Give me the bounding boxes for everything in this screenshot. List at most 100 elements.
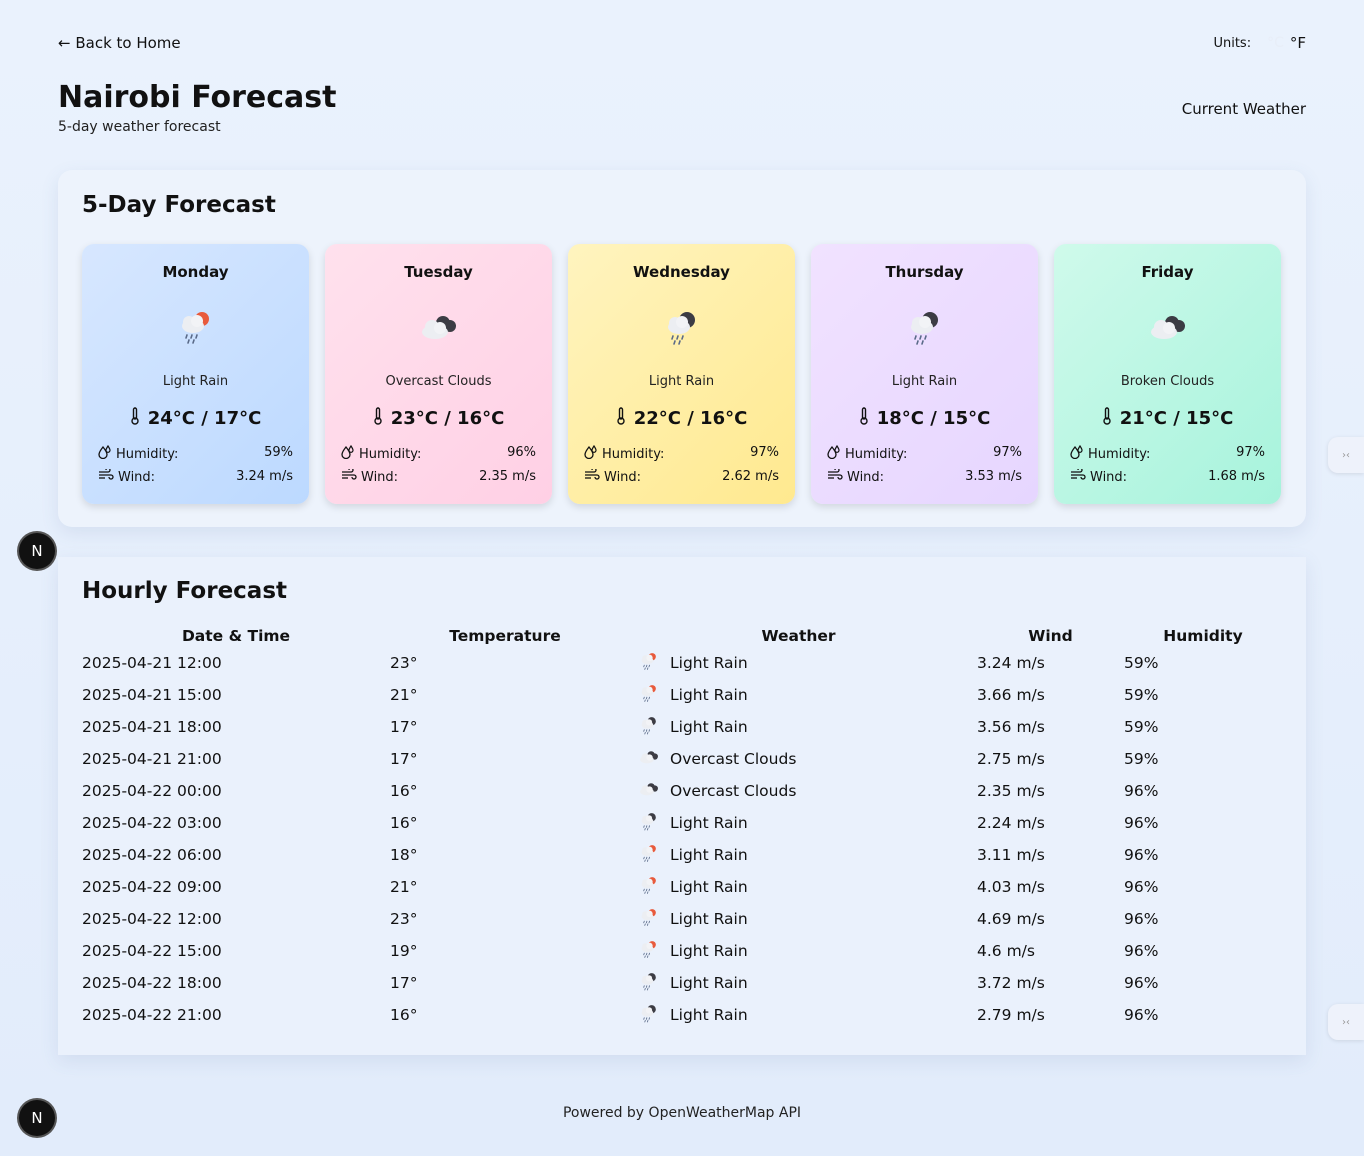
forecast-temperature: 23°C / 16°C bbox=[325, 407, 552, 430]
row-wind: 4.6 m/s bbox=[977, 942, 1035, 960]
row-humidity: 59% bbox=[1124, 750, 1159, 768]
forecast-temp-range: 21°C / 15°C bbox=[1119, 408, 1234, 429]
row-humidity: 59% bbox=[1124, 718, 1159, 736]
forecast-cards: Monday Light Rain 24°C / 17°C Humidity: 59% W… bbox=[82, 244, 1281, 504]
row-wind: 3.24 m/s bbox=[977, 654, 1045, 672]
forecast-temp-range: 23°C / 16°C bbox=[390, 408, 505, 429]
top-bar: ← Back to Home Units: °C °F bbox=[58, 34, 1306, 56]
unit-fahrenheit-option[interactable]: °F bbox=[1290, 34, 1306, 52]
row-wind: 3.56 m/s bbox=[977, 718, 1045, 736]
forecast-card-tuesday[interactable]: Tuesday Overcast Clouds 23°C / 16°C Humidit… bbox=[325, 244, 552, 504]
row-weather-content: Light Rain bbox=[638, 843, 977, 867]
row-wind: 2.75 m/s bbox=[977, 750, 1045, 768]
forecast-condition: Light Rain bbox=[162, 374, 229, 389]
table-row: 2025-04-22 03:00 16° Light Rain 2.24 m/s 96… bbox=[82, 807, 1282, 839]
forecast-humidity-row: Humidity: 96% bbox=[341, 444, 536, 463]
nextjs-dev-badge[interactable]: N bbox=[19, 533, 55, 569]
table-row: 2025-04-21 15:00 21° Light Rain 3.66 m/s 59… bbox=[82, 679, 1282, 711]
forecast-humidity-row: Humidity: 97% bbox=[827, 444, 1022, 463]
row-weather-content: Light Rain bbox=[638, 811, 977, 835]
forecast-card-friday[interactable]: Friday Broken Clouds 21°C / 15°C Humidity: 9… bbox=[1054, 244, 1281, 504]
row-weather-label: Overcast Clouds bbox=[670, 750, 797, 768]
units-toggle: Units: °C °F bbox=[1213, 34, 1306, 52]
row-temperature: 17° bbox=[390, 750, 418, 768]
row-humidity: 59% bbox=[1124, 686, 1159, 704]
row-humidity: 96% bbox=[1124, 846, 1159, 864]
forecast-card-thursday[interactable]: Thursday Light Rain 18°C / 15°C Humidity: 97… bbox=[811, 244, 1038, 504]
row-humidity: 96% bbox=[1124, 942, 1159, 960]
wind-icon bbox=[1070, 467, 1086, 485]
row-humidity: 59% bbox=[1124, 654, 1159, 672]
row-datetime: 2025-04-22 06:00 bbox=[82, 846, 222, 864]
forecast-day-name: Friday bbox=[1141, 263, 1194, 281]
wind-label: Wind: bbox=[1090, 469, 1128, 485]
row-weather: Overcast Clouds bbox=[620, 775, 977, 807]
thermometer-icon bbox=[1102, 407, 1112, 430]
humidity-value: 97% bbox=[993, 445, 1022, 460]
current-weather-link[interactable]: Current Weather bbox=[1182, 100, 1306, 118]
side-extension-tab[interactable]: ›‹ bbox=[1328, 437, 1364, 473]
row-wind: 2.24 m/s bbox=[977, 814, 1045, 832]
row-temperature: 21° bbox=[390, 686, 418, 704]
forecast-temperature: 21°C / 15°C bbox=[1054, 407, 1281, 430]
row-weather: Light Rain bbox=[620, 711, 977, 743]
row-weather-content: Light Rain bbox=[638, 971, 977, 995]
table-row: 2025-04-21 18:00 17° Light Rain 3.56 m/s 59… bbox=[82, 711, 1282, 743]
row-weather-label: Light Rain bbox=[670, 814, 748, 832]
row-weather-content: Light Rain bbox=[638, 875, 977, 899]
row-wind: 3.72 m/s bbox=[977, 974, 1045, 992]
row-humidity: 96% bbox=[1124, 974, 1159, 992]
row-datetime: 2025-04-22 00:00 bbox=[82, 782, 222, 800]
row-datetime: 2025-04-22 03:00 bbox=[82, 814, 222, 832]
wind-icon bbox=[827, 467, 843, 485]
row-weather-content: Light Rain bbox=[638, 907, 977, 931]
row-temperature: 16° bbox=[390, 782, 418, 800]
wind-icon bbox=[98, 467, 114, 485]
column-header-humidity: Humidity bbox=[1163, 627, 1243, 645]
forecast-card-wednesday[interactable]: Wednesday Light Rain 22°C / 16°C Humidity: 9… bbox=[568, 244, 795, 504]
row-temperature: 19° bbox=[390, 942, 418, 960]
row-datetime: 2025-04-22 21:00 bbox=[82, 1006, 222, 1024]
row-temperature: 16° bbox=[390, 814, 418, 832]
forecast-temperature: 24°C / 17°C bbox=[82, 407, 309, 430]
wind-icon bbox=[341, 467, 357, 485]
row-datetime: 2025-04-21 15:00 bbox=[82, 686, 222, 704]
row-datetime: 2025-04-21 21:00 bbox=[82, 750, 222, 768]
humidity-value: 59% bbox=[264, 445, 293, 460]
rain-cloud-icon bbox=[638, 1003, 660, 1027]
row-weather: Light Rain bbox=[620, 839, 977, 871]
row-temperature: 17° bbox=[390, 974, 418, 992]
hourly-forecast-panel: Hourly Forecast Date & Time Temperature … bbox=[58, 557, 1306, 1055]
rain-sun-icon bbox=[176, 308, 216, 346]
side-tab-icon: ›‹ bbox=[1342, 449, 1350, 461]
forecast-wind-row: Wind: 2.62 m/s bbox=[584, 467, 779, 485]
wind-label: Wind: bbox=[847, 469, 885, 485]
rain-cloud-icon bbox=[638, 811, 660, 835]
forecast-temperature: 22°C / 16°C bbox=[568, 407, 795, 430]
side-extension-tab[interactable]: ›‹ bbox=[1328, 1004, 1364, 1040]
humidity-label: Humidity: bbox=[116, 446, 179, 462]
rain-sun-icon bbox=[638, 683, 660, 707]
row-datetime: 2025-04-22 12:00 bbox=[82, 910, 222, 928]
overcast-clouds-icon bbox=[638, 779, 660, 803]
forecast-card-monday[interactable]: Monday Light Rain 24°C / 17°C Humidity: 59% W… bbox=[82, 244, 309, 504]
row-weather-content: Light Rain bbox=[638, 683, 977, 707]
rain-sun-icon bbox=[638, 939, 660, 963]
humidity-icon bbox=[98, 444, 112, 463]
forecast-day-name: Monday bbox=[162, 263, 229, 281]
row-wind: 4.03 m/s bbox=[977, 878, 1045, 896]
forecast-humidity-row: Humidity: 59% bbox=[98, 444, 293, 463]
page-subtitle: 5-day weather forecast bbox=[58, 119, 221, 135]
back-to-home-link[interactable]: ← Back to Home bbox=[58, 34, 181, 52]
table-row: 2025-04-22 12:00 23° Light Rain 4.69 m/s 96… bbox=[82, 903, 1282, 935]
table-row: 2025-04-22 21:00 16° Light Rain 2.79 m/s 96… bbox=[82, 999, 1282, 1031]
thermometer-icon bbox=[130, 407, 140, 430]
rain-cloud-icon bbox=[905, 308, 945, 346]
row-humidity: 96% bbox=[1124, 814, 1159, 832]
row-weather: Light Rain bbox=[620, 903, 977, 935]
row-humidity: 96% bbox=[1124, 910, 1159, 928]
column-header-temperature: Temperature bbox=[449, 627, 561, 645]
rain-cloud-icon bbox=[638, 971, 660, 995]
rain-sun-icon bbox=[638, 907, 660, 931]
unit-celsius-option[interactable]: °C bbox=[1267, 35, 1284, 51]
